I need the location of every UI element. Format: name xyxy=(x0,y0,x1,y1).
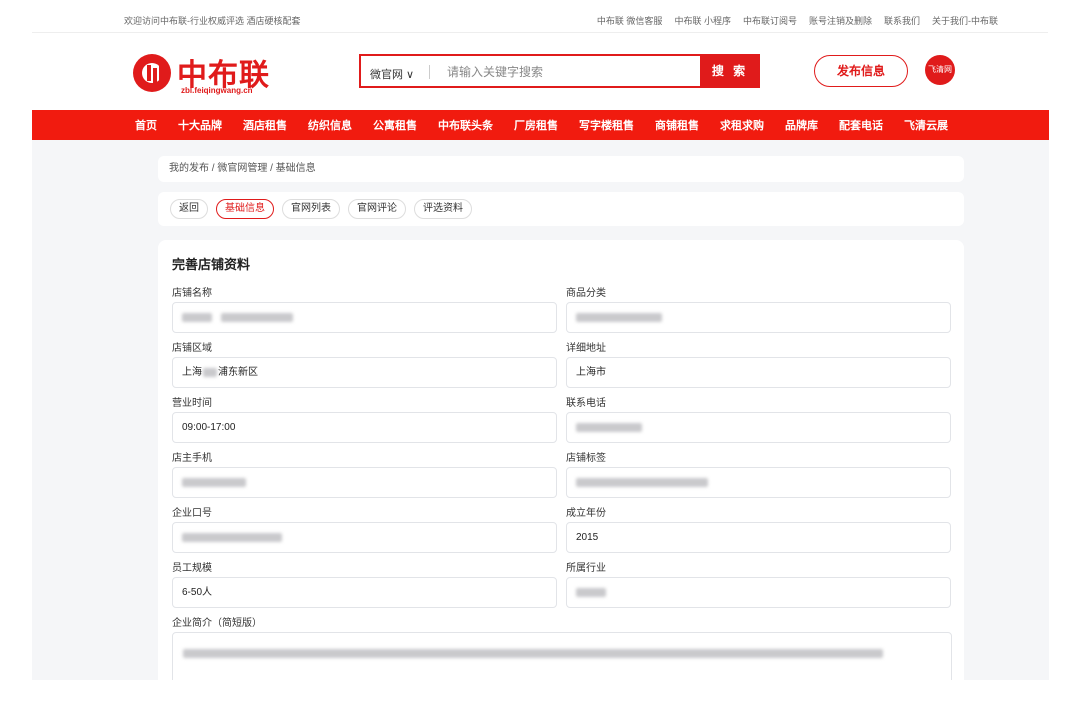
main-nav: 首页 十大品牌 酒店租售 纺织信息 公寓租售 中布联头条 厂房租售 写字楼租售 … xyxy=(32,110,1049,140)
form-title: 完善店铺资料 xyxy=(172,257,251,272)
address-label: 详细地址 xyxy=(566,343,606,354)
staff-input[interactable]: 6-50人 xyxy=(172,577,557,608)
tab-basic-info[interactable]: 基础信息 xyxy=(216,199,274,219)
publish-button[interactable]: 发布信息 xyxy=(814,55,908,87)
search-scope-dropdown[interactable]: 微官网 ∨ xyxy=(370,66,414,82)
field-intro: 企业简介（简短版） xyxy=(172,614,952,680)
top-bar: 欢迎访问中布联-行业权威评选 酒店硬核配套 中布联 微信客服 中布联 小程序 中… xyxy=(0,0,1080,32)
nav-item-home[interactable]: 首页 xyxy=(135,117,157,133)
nav-item-headlines[interactable]: 中布联头条 xyxy=(438,117,493,133)
field-store-name: 店铺名称 xyxy=(172,284,557,333)
field-tags: 店铺标签 xyxy=(566,449,951,498)
logo-domain: zbl.feiqingwang.cn xyxy=(181,86,253,95)
region-label: 店铺区域 xyxy=(172,343,212,354)
top-link-contact[interactable]: 联系我们 xyxy=(884,14,920,27)
top-link-about[interactable]: 关于我们-中布联 xyxy=(932,14,998,27)
nav-item-wanted[interactable]: 求租求购 xyxy=(720,117,764,133)
search-bar: 微官网 ∨ 搜 索 xyxy=(359,54,760,88)
founded-label: 成立年份 xyxy=(566,508,606,519)
field-staff: 员工规模 6-50人 xyxy=(172,559,557,608)
top-link-mini-program[interactable]: 中布联 小程序 xyxy=(674,14,731,27)
industry-label: 所属行业 xyxy=(566,563,606,574)
search-input[interactable] xyxy=(447,61,687,83)
field-region: 店铺区域 上海 浦东新区 xyxy=(172,339,557,388)
nav-item-apartment[interactable]: 公寓租售 xyxy=(373,117,417,133)
welcome-text: 欢迎访问中布联-行业权威评选 酒店硬核配套 xyxy=(124,16,301,26)
tags-label: 店铺标签 xyxy=(566,453,606,464)
field-founded: 成立年份 2015 xyxy=(566,504,951,553)
intro-textarea[interactable] xyxy=(172,632,952,680)
field-mobile: 店主手机 xyxy=(172,449,557,498)
tags-input[interactable] xyxy=(566,467,951,498)
region-value-prefix: 上海 xyxy=(182,367,202,378)
header: 中布联 zbl.feiqingwang.cn 微官网 ∨ 搜 索 发布信息 飞清… xyxy=(0,33,1080,110)
region-input[interactable]: 上海 浦东新区 xyxy=(172,357,557,388)
nav-item-top-brands[interactable]: 十大品牌 xyxy=(178,117,222,133)
tabs-bar: 返回 基础信息 官网列表 官网评论 评选资料 xyxy=(158,192,964,226)
store-name-label: 店铺名称 xyxy=(172,288,212,299)
tab-selection-materials[interactable]: 评选资料 xyxy=(414,199,472,219)
phone-input[interactable] xyxy=(566,412,951,443)
store-name-input[interactable] xyxy=(172,302,557,333)
nav-item-textile[interactable]: 纺织信息 xyxy=(308,117,352,133)
tab-site-comments[interactable]: 官网评论 xyxy=(348,199,406,219)
slogan-label: 企业口号 xyxy=(172,508,212,519)
field-category: 商品分类 xyxy=(566,284,951,333)
field-slogan: 企业口号 xyxy=(172,504,557,553)
logo-emblem-icon xyxy=(133,54,171,92)
phone-label: 联系电话 xyxy=(566,398,606,409)
industry-input[interactable] xyxy=(566,577,951,608)
search-divider xyxy=(429,65,430,79)
main-content: 我的发布 / 微官网管理 / 基础信息 返回 基础信息 官网列表 官网评论 评选… xyxy=(32,140,1049,680)
region-value-suffix: 浦东新区 xyxy=(218,367,258,378)
slogan-input[interactable] xyxy=(172,522,557,553)
field-hours: 营业时间 09:00-17:00 xyxy=(172,394,557,443)
nav-item-cloud-expo[interactable]: 飞清云展 xyxy=(904,117,948,133)
site-logo[interactable]: 中布联 zbl.feiqingwang.cn xyxy=(133,52,273,96)
search-button[interactable]: 搜 索 xyxy=(700,54,760,88)
top-link-account-delete[interactable]: 账号注销及删除 xyxy=(809,14,872,27)
nav-item-shop[interactable]: 商铺租售 xyxy=(655,117,699,133)
mobile-input[interactable] xyxy=(172,467,557,498)
top-links: 中布联 微信客服 中布联 小程序 中布联订阅号 账号注销及删除 联系我们 关于我… xyxy=(597,14,998,27)
category-label: 商品分类 xyxy=(566,288,606,299)
top-link-subscription[interactable]: 中布联订阅号 xyxy=(743,14,797,27)
intro-label: 企业简介（简短版） xyxy=(172,618,262,629)
avatar[interactable]: 飞清网 xyxy=(925,55,955,85)
nav-item-phone[interactable]: 配套电话 xyxy=(839,117,883,133)
nav-item-brand-library[interactable]: 品牌库 xyxy=(785,117,818,133)
field-phone: 联系电话 xyxy=(566,394,951,443)
nav-item-office[interactable]: 写字楼租售 xyxy=(579,117,634,133)
store-form-card: 完善店铺资料 店铺名称 商品分类 店铺区域 上海 浦东新区 详细地址 上海市 营… xyxy=(158,240,964,680)
field-address: 详细地址 上海市 xyxy=(566,339,951,388)
hours-label: 营业时间 xyxy=(172,398,212,409)
field-industry: 所属行业 xyxy=(566,559,951,608)
hours-input[interactable]: 09:00-17:00 xyxy=(172,412,557,443)
category-input[interactable] xyxy=(566,302,951,333)
staff-label: 员工规模 xyxy=(172,563,212,574)
tab-site-list[interactable]: 官网列表 xyxy=(282,199,340,219)
tab-back[interactable]: 返回 xyxy=(170,199,208,219)
founded-input[interactable]: 2015 xyxy=(566,522,951,553)
mobile-label: 店主手机 xyxy=(172,453,212,464)
breadcrumb: 我的发布 / 微官网管理 / 基础信息 xyxy=(158,156,964,182)
address-input[interactable]: 上海市 xyxy=(566,357,951,388)
top-link-wechat-service[interactable]: 中布联 微信客服 xyxy=(597,14,663,27)
nav-item-factory[interactable]: 厂房租售 xyxy=(514,117,558,133)
nav-item-hotel[interactable]: 酒店租售 xyxy=(243,117,287,133)
